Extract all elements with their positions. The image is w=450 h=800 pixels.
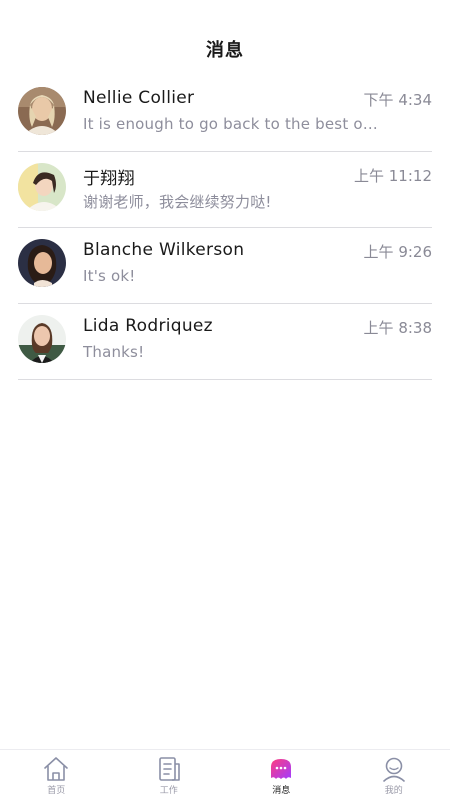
- conversation-item-blanche-wilkerson[interactable]: Blanche Wilkerson 上午 9:26 It's ok!: [18, 228, 432, 304]
- avatar: [18, 163, 66, 211]
- bottom-tab-bar: 首页 工作 消息 我的: [0, 749, 450, 800]
- header: 消息: [0, 0, 450, 76]
- tab-label: 消息: [272, 786, 291, 796]
- message-time: 上午 8:38: [363, 319, 432, 337]
- tab-messages[interactable]: 消息: [225, 750, 338, 800]
- avatar: [18, 315, 66, 363]
- message-preview: It's ok!: [83, 267, 136, 285]
- conversation-item-nellie-collier[interactable]: Nellie Collier 下午 4:34 It is enough to g…: [18, 76, 432, 152]
- tab-label: 首页: [47, 786, 66, 796]
- contact-name: Nellie Collier: [83, 88, 195, 108]
- avatar: [18, 239, 66, 287]
- contact-name: Lida Rodriquez: [83, 316, 213, 336]
- document-icon: [155, 756, 183, 782]
- home-icon: [42, 756, 70, 782]
- conversation-list: Nellie Collier 下午 4:34 It is enough to g…: [0, 76, 450, 380]
- tab-label: 工作: [159, 786, 178, 796]
- tab-mine[interactable]: 我的: [338, 750, 450, 800]
- chat-bubble-icon: [267, 756, 295, 782]
- message-preview: It is enough to go back to the best of .…: [83, 115, 383, 133]
- user-icon: [380, 756, 408, 782]
- message-preview: Thanks!: [83, 343, 145, 361]
- message-time: 上午 11:12: [354, 167, 432, 185]
- message-time: 下午 4:34: [363, 91, 432, 109]
- conversation-item-lida-rodriquez[interactable]: Lida Rodriquez 上午 8:38 Thanks!: [18, 304, 432, 380]
- conversation-item-yu-xiangxiang[interactable]: 于翔翔 上午 11:12 谢谢老师，我会继续努力哒!: [18, 152, 432, 228]
- page-title: 消息: [206, 40, 244, 61]
- message-time: 上午 9:26: [363, 243, 432, 261]
- tab-label: 我的: [384, 786, 403, 796]
- message-preview: 谢谢老师，我会继续努力哒!: [83, 193, 272, 211]
- messages-screen: 消息 Nellie Collier 下午 4:34 It is enough t…: [0, 0, 450, 800]
- contact-name: 于翔翔: [83, 169, 135, 189]
- contact-name: Blanche Wilkerson: [83, 240, 245, 260]
- tab-home[interactable]: 首页: [0, 750, 113, 800]
- avatar: [18, 87, 66, 135]
- tab-work[interactable]: 工作: [113, 750, 226, 800]
